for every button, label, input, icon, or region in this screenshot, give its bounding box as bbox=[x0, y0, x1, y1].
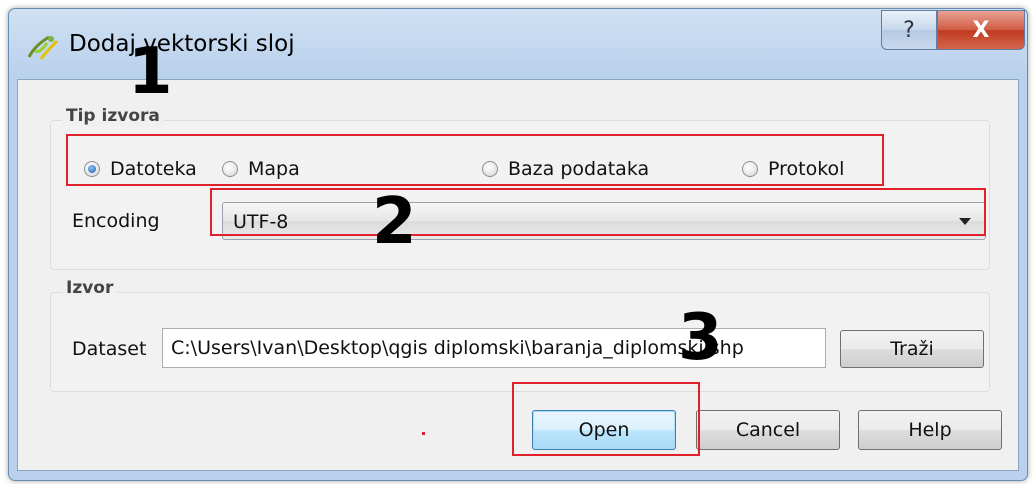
highlight-open bbox=[512, 382, 700, 456]
encoding-label: Encoding bbox=[72, 210, 160, 232]
red-dot bbox=[422, 432, 425, 435]
cancel-button[interactable]: Cancel bbox=[696, 410, 840, 450]
annotation-2: 2 bbox=[372, 185, 417, 259]
dataset-input[interactable]: C:\Users\Ivan\Desktop\qgis diplomski\bar… bbox=[162, 328, 826, 368]
close-button[interactable]: X bbox=[937, 10, 1025, 50]
source-type-title: Tip izvora bbox=[62, 106, 164, 126]
qgis-app-icon bbox=[27, 35, 59, 60]
annotation-1: 1 bbox=[128, 35, 173, 109]
annotation-3: 3 bbox=[678, 301, 723, 375]
help-button[interactable]: Help bbox=[858, 410, 1002, 450]
question-icon: ? bbox=[903, 17, 915, 43]
help-title-button[interactable]: ? bbox=[881, 10, 937, 50]
source-title: Izvor bbox=[62, 278, 118, 298]
close-icon: X bbox=[972, 17, 990, 43]
browse-button[interactable]: Traži bbox=[840, 330, 984, 368]
window-title: Dodaj vektorski sloj bbox=[69, 31, 295, 57]
highlight-encoding bbox=[210, 188, 986, 236]
dataset-label: Dataset bbox=[72, 338, 147, 360]
highlight-source-type bbox=[66, 134, 884, 186]
